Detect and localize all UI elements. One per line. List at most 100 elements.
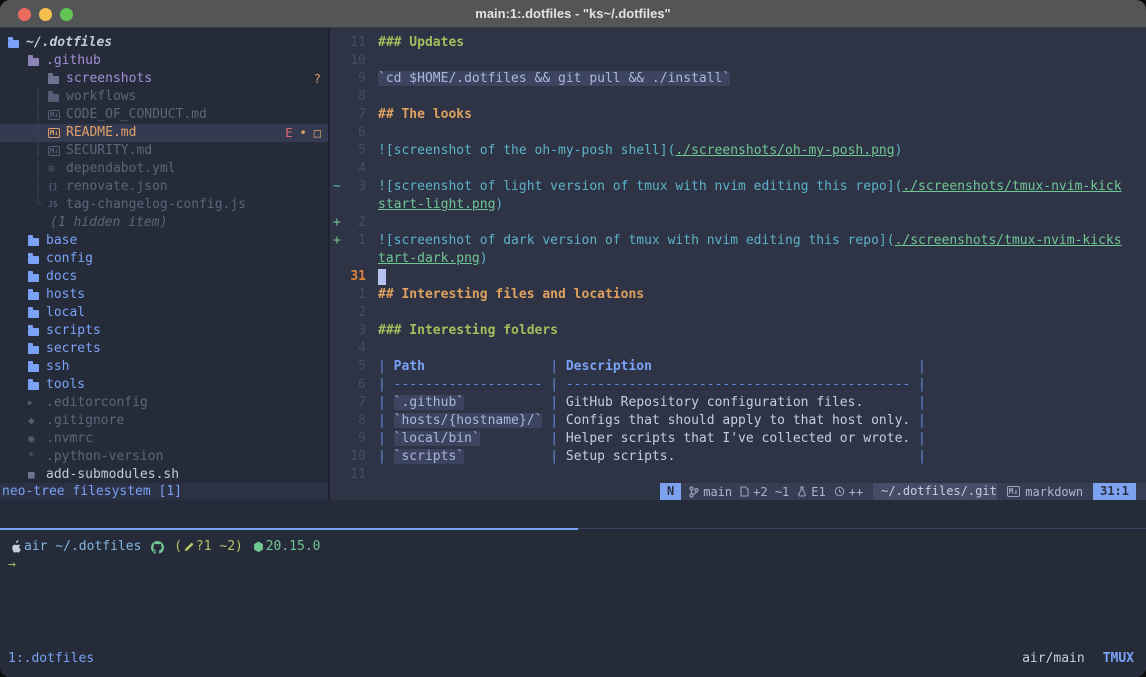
- line-text: `cd $HOME/.dotfiles && git pull && ./ins…: [366, 70, 730, 88]
- editor-line[interactable]: tart-dark.png): [330, 250, 1146, 268]
- file-tree: ~/.dotfiles.githubscreenshots?│workflows…: [0, 28, 330, 484]
- tree-item-add-submodules-sh[interactable]: ■add-submodules.sh: [0, 466, 330, 484]
- line-text: ### Interesting folders: [366, 322, 558, 340]
- line-text: | `scripts` | Setup scripts. |: [366, 448, 926, 466]
- tree-item-renovate-json[interactable]: │{}renovate.json: [0, 178, 330, 196]
- tree-item-label: renovate.json: [66, 178, 168, 196]
- tree-item-docs[interactable]: docs: [0, 268, 330, 286]
- line-number: 6: [344, 124, 366, 142]
- gear-icon: ⊙: [48, 160, 64, 178]
- tree-item-hosts[interactable]: hosts: [0, 286, 330, 304]
- editor-line[interactable]: 31: [330, 268, 1146, 286]
- maximize-icon[interactable]: [60, 8, 73, 21]
- gutter-sign: [330, 196, 344, 214]
- line-text: [366, 268, 386, 286]
- tmux-pane-divider[interactable]: [578, 528, 1146, 529]
- folder-icon: [28, 254, 44, 264]
- line-text: ## Interesting files and locations: [366, 286, 644, 304]
- tree-item-label: .github: [46, 52, 101, 70]
- editor-line[interactable]: 5![screenshot of the oh-my-posh shell](.…: [330, 142, 1146, 160]
- editor-line[interactable]: 5| Path | Description |: [330, 358, 1146, 376]
- editor-line[interactable]: 11: [330, 466, 1146, 484]
- editor-line[interactable]: 8: [330, 88, 1146, 106]
- editor-line[interactable]: 2: [330, 304, 1146, 322]
- git-diff-counts: +2 ~1: [753, 483, 789, 501]
- shell-prompt: air ~/.dotfiles ( ?1 ~2 ): [8, 538, 1146, 556]
- tree-item-1-hidden-item[interactable]: (1 hidden item): [0, 214, 330, 232]
- markdown-file-icon: M↓: [48, 110, 64, 120]
- editor-line[interactable]: 8| `hosts/{hostname}/` | Configs that sh…: [330, 412, 1146, 430]
- tree-item-code-of-conduct-md[interactable]: │M↓CODE_OF_CONDUCT.md: [0, 106, 330, 124]
- markdown-file-icon: M↓: [48, 146, 64, 156]
- tree-item-python-version[interactable]: *.python-version: [0, 448, 330, 466]
- folder-icon: [28, 326, 44, 336]
- tree-item-dotfiles[interactable]: ~/.dotfiles: [0, 34, 330, 52]
- minimize-icon[interactable]: [39, 8, 52, 21]
- tree-item-github[interactable]: .github: [0, 52, 330, 70]
- line-number: 10: [344, 448, 366, 466]
- editor-line[interactable]: 10| `scripts` | Setup scripts. |: [330, 448, 1146, 466]
- tmux-window-label[interactable]: 1:.dotfiles: [8, 650, 94, 668]
- gutter-sign: [330, 286, 344, 304]
- editor-line[interactable]: 9`cd $HOME/.dotfiles && git pull && ./in…: [330, 70, 1146, 88]
- editor-line[interactable]: 7| `.github` | GitHub Repository configu…: [330, 394, 1146, 412]
- editor-line[interactable]: 3### Interesting folders: [330, 322, 1146, 340]
- line-number: [344, 250, 366, 268]
- tree-item-dependabot-yml[interactable]: │⊙dependabot.yml: [0, 160, 330, 178]
- tree-item-label: dependabot.yml: [66, 160, 176, 178]
- shell-pane[interactable]: air ~/.dotfiles ( ?1 ~2 ): [0, 530, 1146, 644]
- tree-item-label: screenshots: [66, 70, 152, 88]
- editor-line[interactable]: 4: [330, 340, 1146, 358]
- tree-item-nvmrc[interactable]: ◉.nvmrc: [0, 430, 330, 448]
- editor-line[interactable]: 9| `local/bin` | Helper scripts that I'v…: [330, 430, 1146, 448]
- file-diff-icon: [740, 486, 749, 497]
- editor-line[interactable]: 6| ------------------- | ---------------…: [330, 376, 1146, 394]
- editor-line[interactable]: 7## The looks: [330, 106, 1146, 124]
- editor-pane[interactable]: 11### Updates109`cd $HOME/.dotfiles && g…: [330, 28, 1146, 500]
- tree-item-local[interactable]: local: [0, 304, 330, 322]
- line-text: [366, 52, 378, 70]
- tree-item-label: .python-version: [46, 448, 163, 466]
- tree-item-workflows[interactable]: │workflows: [0, 88, 330, 106]
- line-text: | `local/bin` | Helper scripts that I've…: [366, 430, 926, 448]
- gutter-sign: [330, 304, 344, 322]
- tree-item-screenshots[interactable]: screenshots?: [0, 70, 330, 88]
- tree-item-tag-changelog-config-js[interactable]: └JStag-changelog-config.js: [0, 196, 330, 214]
- github-icon: [151, 541, 164, 554]
- tree-item-scripts[interactable]: scripts: [0, 322, 330, 340]
- tree-item-editorconfig[interactable]: ▶.editorconfig: [0, 394, 330, 412]
- editor-line[interactable]: 1## Interesting files and locations: [330, 286, 1146, 304]
- editor-line[interactable]: +1![screenshot of dark version of tmux w…: [330, 232, 1146, 250]
- indent-guide: │: [34, 160, 48, 178]
- close-icon[interactable]: [18, 8, 31, 21]
- editor-line[interactable]: 4: [330, 160, 1146, 178]
- tree-item-base[interactable]: base: [0, 232, 330, 250]
- tree-item-label: .editorconfig: [46, 394, 148, 412]
- line-text: [366, 214, 378, 232]
- git-status-open: (: [174, 538, 182, 556]
- editor-line[interactable]: +2: [330, 214, 1146, 232]
- editor-line[interactable]: 10: [330, 52, 1146, 70]
- tree-item-config[interactable]: config: [0, 250, 330, 268]
- hostname: air: [24, 538, 47, 556]
- line-number: [344, 196, 366, 214]
- tree-item-readme-md[interactable]: │M↓README.mdE•□: [0, 124, 330, 142]
- git-branch-icon: [689, 486, 699, 498]
- editor-line[interactable]: start-light.png): [330, 196, 1146, 214]
- gutter-sign: +: [330, 232, 344, 250]
- tree-item-security-md[interactable]: │M↓SECURITY.md: [0, 142, 330, 160]
- tmux-status-bar: 1:.dotfiles air/main TMUX: [0, 644, 1146, 677]
- statusline: N main +2 ~1: [660, 483, 1146, 500]
- editor-line[interactable]: ~3![screenshot of light version of tmux …: [330, 178, 1146, 196]
- tree-item-secrets[interactable]: secrets: [0, 340, 330, 358]
- gutter-sign: [330, 322, 344, 340]
- tree-item-gitignore[interactable]: ◆.gitignore: [0, 412, 330, 430]
- tree-item-tools[interactable]: tools: [0, 376, 330, 394]
- tmux-session-label: air/main: [1022, 650, 1085, 668]
- line-number: 9: [344, 70, 366, 88]
- node-version-icon: ◉: [28, 430, 44, 448]
- editor-line[interactable]: 11### Updates: [330, 34, 1146, 52]
- tree-item-ssh[interactable]: ssh: [0, 358, 330, 376]
- line-text: | `.github` | GitHub Repository configur…: [366, 394, 926, 412]
- editor-line[interactable]: 6: [330, 124, 1146, 142]
